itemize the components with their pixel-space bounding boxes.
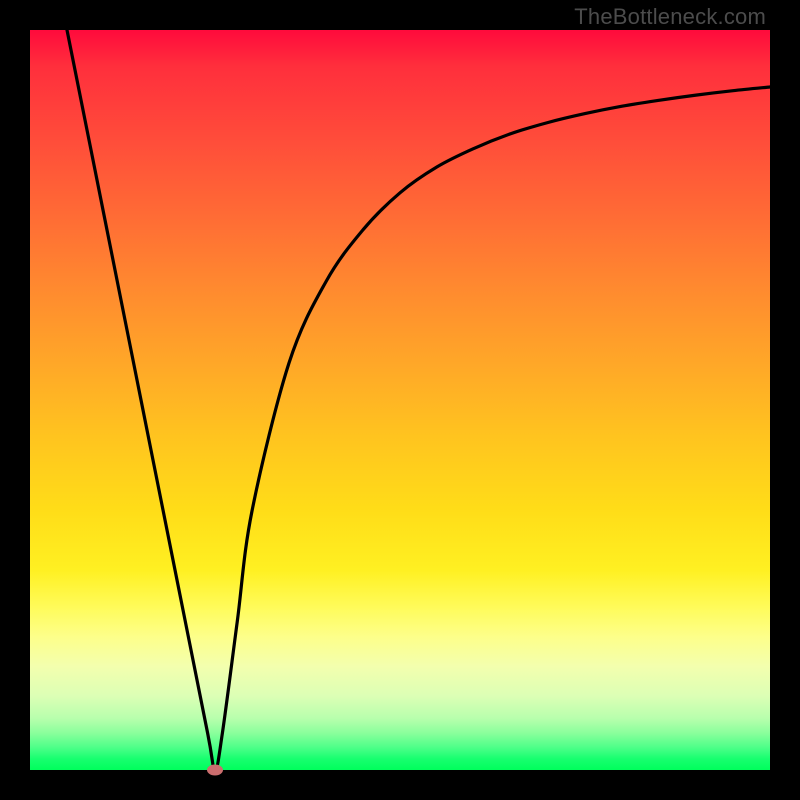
- plot-area: [30, 30, 770, 770]
- minimum-point-marker: [207, 765, 223, 776]
- chart-frame: TheBottleneck.com: [0, 0, 800, 800]
- watermark-text: TheBottleneck.com: [574, 4, 766, 30]
- bottleneck-curve: [30, 30, 770, 770]
